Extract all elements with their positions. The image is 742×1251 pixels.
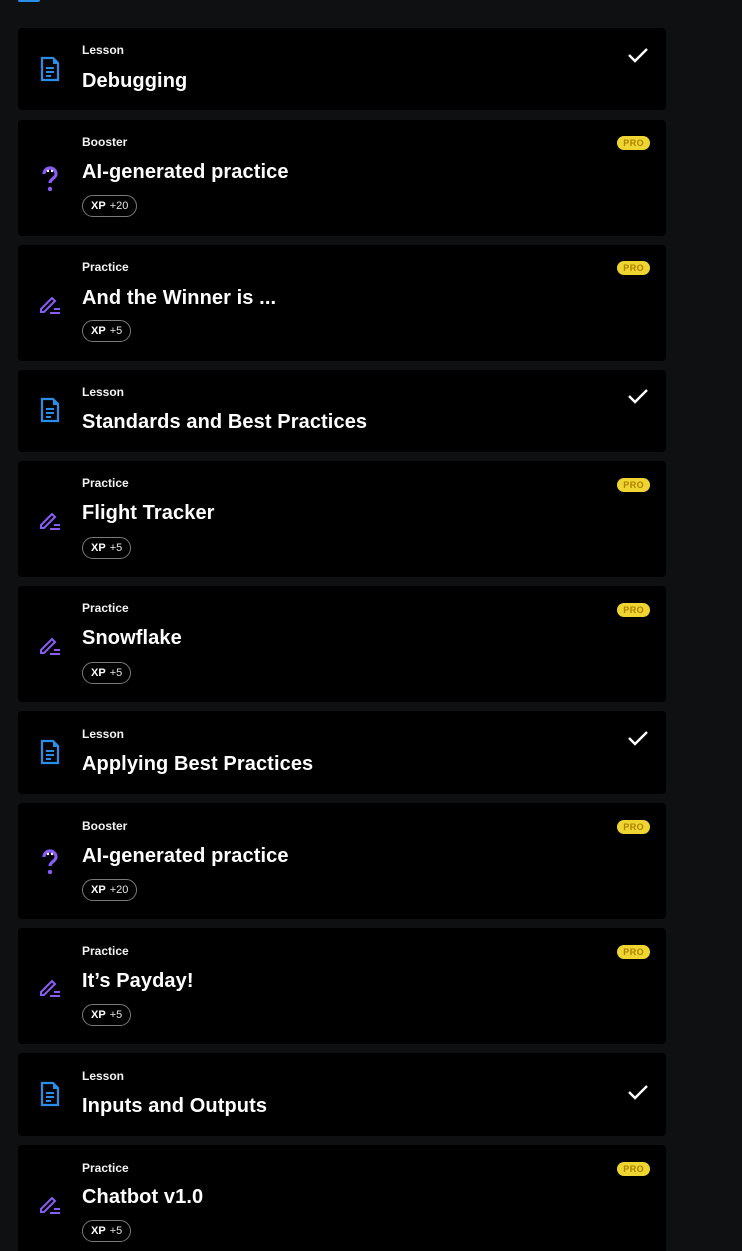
item-type-label: Practice (82, 1161, 129, 1175)
item-title: Snowflake (82, 627, 182, 649)
list-item-lesson[interactable]: Lesson Debugging (18, 28, 666, 110)
completed-check-icon (628, 731, 648, 746)
xp-value: +5 (109, 1225, 123, 1237)
list-item-lesson[interactable]: Lesson Standards and Best Practices (18, 370, 666, 452)
course-content-list-page: Lesson Debugging Booster AI-generated pr… (0, 0, 742, 1251)
lesson-document-icon (37, 397, 63, 423)
xp-label: XP (91, 667, 106, 679)
list-item-practice[interactable]: Practice And the Winner is ... XP +5 PRO (18, 245, 666, 361)
xp-badge: XP +20 (82, 195, 138, 217)
list-item-practice[interactable]: Practice Snowflake XP +5 PRO (18, 586, 666, 702)
item-title: Flight Tracker (82, 502, 215, 524)
xp-value: +20 (109, 200, 129, 212)
item-type-label: Lesson (82, 385, 125, 399)
xp-value: +5 (109, 667, 123, 679)
xp-value: +5 (109, 325, 123, 337)
xp-value: +5 (109, 542, 123, 554)
item-title: Inputs and Outputs (82, 1095, 268, 1117)
item-type-label: Practice (82, 476, 129, 490)
lesson-document-icon (37, 56, 63, 82)
list-item-practice[interactable]: Practice Flight Tracker XP +5 PRO (18, 461, 666, 577)
list-item-booster[interactable]: Booster AI-generated practice XP +20 PRO (18, 120, 666, 236)
xp-badge: XP +5 (82, 320, 132, 342)
lesson-document-icon (37, 1081, 63, 1107)
xp-badge: XP +5 (82, 662, 132, 684)
xp-label: XP (91, 1225, 106, 1237)
list-item-practice[interactable]: Practice It’s Payday! XP +5 PRO (18, 928, 666, 1044)
item-title: AI-generated practice (82, 161, 289, 183)
module-header-partial (18, 0, 40, 2)
pro-badge: PRO (617, 1162, 650, 1176)
xp-label: XP (91, 884, 106, 896)
xp-badge: XP +5 (82, 1220, 132, 1242)
completed-check-icon (628, 48, 648, 63)
xp-label: XP (91, 200, 106, 212)
practice-pencil-icon (37, 290, 63, 316)
practice-pencil-icon (37, 973, 63, 999)
item-type-label: Practice (82, 944, 129, 958)
item-title: It’s Payday! (82, 970, 194, 992)
list-item-lesson[interactable]: Lesson Applying Best Practices (18, 711, 666, 794)
practice-pencil-icon (37, 1190, 63, 1216)
xp-label: XP (91, 542, 106, 554)
booster-question-icon (37, 166, 63, 192)
item-type-label: Lesson (82, 1069, 125, 1083)
xp-badge: XP +5 (82, 1004, 132, 1026)
pro-badge: PRO (617, 945, 650, 959)
item-type-label: Practice (82, 260, 129, 274)
list-item-lesson[interactable]: Lesson Inputs and Outputs (18, 1053, 666, 1136)
item-title: Standards and Best Practices (82, 411, 368, 433)
item-title: And the Winner is ... (82, 287, 277, 309)
item-type-label: Booster (82, 819, 128, 833)
pro-badge: PRO (617, 603, 650, 617)
xp-value: +20 (109, 884, 129, 896)
item-title: Chatbot v1.0 (82, 1186, 204, 1208)
completed-check-icon (628, 389, 648, 404)
list-item-booster[interactable]: Booster AI-generated practice XP +20 PRO (18, 803, 666, 919)
item-type-label: Booster (82, 135, 128, 149)
item-title: Applying Best Practices (82, 753, 314, 775)
booster-question-icon (37, 849, 63, 875)
xp-badge: XP +20 (82, 879, 138, 901)
pro-badge: PRO (617, 136, 650, 150)
lesson-document-icon (37, 739, 63, 765)
xp-label: XP (91, 1009, 106, 1021)
list-item-practice[interactable]: Practice Chatbot v1.0 XP +5 PRO (18, 1145, 666, 1251)
item-title: AI-generated practice (82, 845, 289, 867)
pro-badge: PRO (617, 478, 650, 492)
module-icon (18, 0, 40, 2)
practice-pencil-icon (37, 506, 63, 532)
item-type-label: Lesson (82, 43, 125, 57)
pro-badge: PRO (617, 820, 650, 834)
item-type-label: Practice (82, 601, 129, 615)
completed-check-icon (628, 1085, 648, 1100)
practice-pencil-icon (37, 631, 63, 657)
xp-badge: XP +5 (82, 537, 132, 559)
xp-value: +5 (109, 1009, 123, 1021)
item-type-label: Lesson (82, 727, 125, 741)
item-title: Debugging (82, 70, 188, 92)
xp-label: XP (91, 325, 106, 337)
pro-badge: PRO (617, 261, 650, 275)
